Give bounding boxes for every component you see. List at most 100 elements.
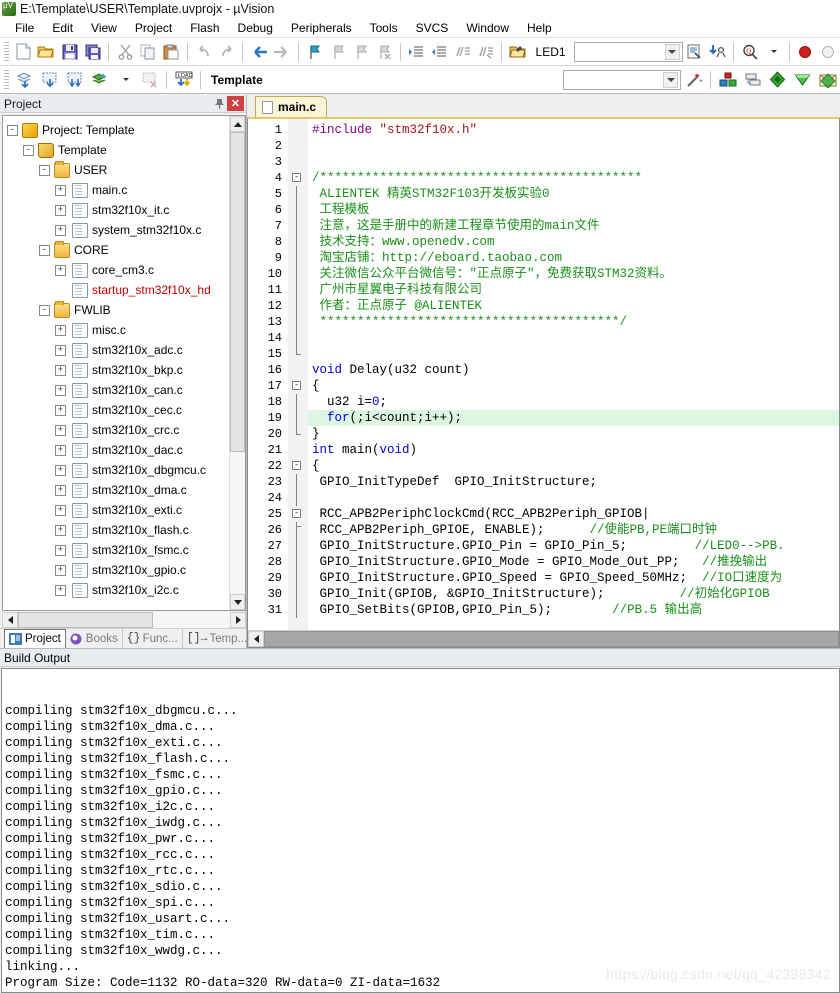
menu-view[interactable]: View bbox=[82, 19, 126, 37]
tree-item[interactable]: - USER bbox=[7, 160, 229, 180]
load-download-button[interactable]: LOAD bbox=[172, 69, 195, 91]
tree-item[interactable]: + core_cm3.c bbox=[7, 260, 229, 280]
code-line[interactable]: #include "stm32f10x.h" bbox=[308, 122, 839, 138]
menu-tools[interactable]: Tools bbox=[361, 19, 407, 37]
software-packs-button[interactable] bbox=[816, 69, 839, 91]
find-in-files-button[interactable]: Q bbox=[739, 41, 760, 63]
code-line[interactable]: GPIO_Init(GPIOB, &GPIO_InitStructure); /… bbox=[308, 586, 839, 602]
project-target-select[interactable] bbox=[563, 69, 681, 90]
scroll-up-arrow-icon[interactable] bbox=[230, 116, 245, 132]
expand-icon[interactable]: + bbox=[55, 484, 66, 496]
hscrollbar-thumb[interactable] bbox=[264, 631, 839, 647]
open-file-button[interactable] bbox=[36, 41, 57, 63]
menu-flash[interactable]: Flash bbox=[181, 19, 228, 37]
fold-collapse-icon[interactable]: - bbox=[292, 173, 301, 182]
copy-button[interactable] bbox=[138, 41, 159, 63]
code-line[interactable]: GPIO_SetBits(GPIOB,GPIO_Pin_5); //PB.5 输… bbox=[308, 602, 839, 618]
tree-item[interactable]: startup_stm32f10x_hd bbox=[7, 280, 229, 300]
build-button[interactable] bbox=[38, 69, 61, 91]
hscrollbar-track[interactable] bbox=[153, 611, 230, 628]
undo-button[interactable] bbox=[193, 41, 214, 63]
code-line[interactable]: GPIO_InitStructure.GPIO_Speed = GPIO_Spe… bbox=[308, 570, 839, 586]
tree-item[interactable]: - Template bbox=[7, 140, 229, 160]
tree-item[interactable]: - FWLIB bbox=[7, 300, 229, 320]
expand-icon[interactable]: + bbox=[55, 364, 66, 376]
clear-bookmarks-button[interactable] bbox=[373, 41, 394, 63]
tree-item[interactable]: + stm32f10x_it.c bbox=[7, 200, 229, 220]
navigate-forward-button[interactable] bbox=[272, 41, 293, 63]
batch-build-dropdown[interactable] bbox=[113, 69, 136, 91]
tab-templates[interactable]: []→ Temp... bbox=[183, 629, 253, 648]
fold-collapse-icon[interactable]: - bbox=[292, 509, 301, 518]
project-tree[interactable]: - Project: Template - Template - USER + main.c +… bbox=[3, 116, 229, 610]
expand-icon[interactable]: + bbox=[55, 464, 66, 476]
target-select[interactable] bbox=[573, 41, 683, 62]
collapse-icon[interactable]: - bbox=[7, 124, 18, 136]
stop-button[interactable] bbox=[818, 41, 839, 63]
expand-icon[interactable]: + bbox=[55, 564, 66, 576]
scrollbar-thumb[interactable] bbox=[230, 132, 245, 452]
tree-item[interactable]: + stm32f10x_dac.c bbox=[7, 440, 229, 460]
code-text[interactable]: #include "stm32f10x.h" /****************… bbox=[308, 119, 839, 630]
code-line[interactable]: { bbox=[308, 378, 839, 394]
project-tree-hscrollbar[interactable] bbox=[2, 611, 246, 628]
code-line[interactable]: void Delay(u32 count) bbox=[308, 362, 839, 378]
scroll-left-arrow-icon[interactable] bbox=[2, 611, 18, 628]
redo-button[interactable] bbox=[216, 41, 237, 63]
indent-right-button[interactable] bbox=[406, 41, 427, 63]
expand-icon[interactable]: + bbox=[55, 444, 66, 456]
pin-icon[interactable] bbox=[211, 96, 227, 112]
expand-icon[interactable]: + bbox=[55, 264, 66, 276]
tree-item[interactable]: + system_stm32f10x.c bbox=[7, 220, 229, 240]
expand-icon[interactable]: + bbox=[55, 324, 66, 336]
expand-icon[interactable]: + bbox=[55, 224, 66, 236]
code-line[interactable]: ****************************************… bbox=[308, 314, 839, 330]
hscrollbar-thumb[interactable] bbox=[18, 611, 153, 628]
tree-item[interactable]: - CORE bbox=[7, 240, 229, 260]
tree-item[interactable]: + stm32f10x_adc.c bbox=[7, 340, 229, 360]
code-editor[interactable]: 1 2 3 4 5 6 7 8 9 10 11 12 13 14 15 16 17 18 19 20 21 22 23 24 2… bbox=[247, 117, 840, 648]
expand-icon[interactable]: + bbox=[55, 384, 66, 396]
cut-button[interactable] bbox=[114, 41, 135, 63]
tab-project[interactable]: Project bbox=[4, 629, 66, 648]
fold-collapse-icon[interactable]: - bbox=[292, 381, 301, 390]
expand-icon[interactable]: + bbox=[55, 544, 66, 556]
tree-item[interactable]: + stm32f10x_bkp.c bbox=[7, 360, 229, 380]
menu-help[interactable]: Help bbox=[518, 19, 561, 37]
code-line[interactable]: u32 i=0; bbox=[308, 394, 839, 410]
tree-item[interactable]: + stm32f10x_cec.c bbox=[7, 400, 229, 420]
stop-build-button[interactable] bbox=[138, 69, 161, 91]
expand-icon[interactable]: + bbox=[55, 204, 66, 216]
tab-main-c[interactable]: main.c bbox=[255, 96, 328, 117]
previous-bookmark-button[interactable] bbox=[327, 41, 348, 63]
close-icon[interactable]: ✕ bbox=[227, 96, 244, 111]
target-options-button[interactable] bbox=[684, 41, 705, 63]
find-dropdown-button[interactable] bbox=[762, 41, 783, 63]
menu-file[interactable]: File bbox=[6, 19, 43, 37]
code-line[interactable] bbox=[308, 154, 839, 170]
tree-item[interactable]: + stm32f10x_flash.c bbox=[7, 520, 229, 540]
scroll-right-arrow-icon[interactable] bbox=[230, 611, 246, 628]
tree-item[interactable]: + misc.c bbox=[7, 320, 229, 340]
code-line[interactable] bbox=[308, 490, 839, 506]
code-line[interactable]: 工程模板 bbox=[308, 202, 839, 218]
translate-button[interactable] bbox=[13, 69, 36, 91]
multi-project-button[interactable] bbox=[741, 69, 764, 91]
code-line[interactable] bbox=[308, 138, 839, 154]
expand-icon[interactable]: + bbox=[55, 584, 66, 596]
toolbar-grip[interactable] bbox=[4, 69, 9, 90]
tree-item[interactable]: + stm32f10x_exti.c bbox=[7, 500, 229, 520]
build-output-text[interactable]: compiling stm32f10x_dbgmcu.c... compiling… bbox=[1, 668, 840, 993]
toggle-bookmark-button[interactable] bbox=[304, 41, 325, 63]
menu-peripherals[interactable]: Peripherals bbox=[282, 19, 361, 37]
code-line[interactable]: 技术支持：www.openedv.com bbox=[308, 234, 839, 250]
menu-edit[interactable]: Edit bbox=[43, 19, 82, 37]
expand-icon[interactable]: + bbox=[55, 424, 66, 436]
code-line[interactable]: /***************************************… bbox=[308, 170, 839, 186]
tree-item[interactable]: + stm32f10x_dbgmcu.c bbox=[7, 460, 229, 480]
pack-installer-button[interactable] bbox=[766, 69, 789, 91]
code-folding-gutter[interactable]: - - - - bbox=[288, 119, 308, 630]
code-line[interactable]: RCC_APB2Periph_GPIOE, ENABLE); //使能PB,PE… bbox=[308, 522, 839, 538]
tree-item[interactable]: + stm32f10x_crc.c bbox=[7, 420, 229, 440]
code-line[interactable]: for(;i<count;i++); bbox=[308, 410, 839, 426]
